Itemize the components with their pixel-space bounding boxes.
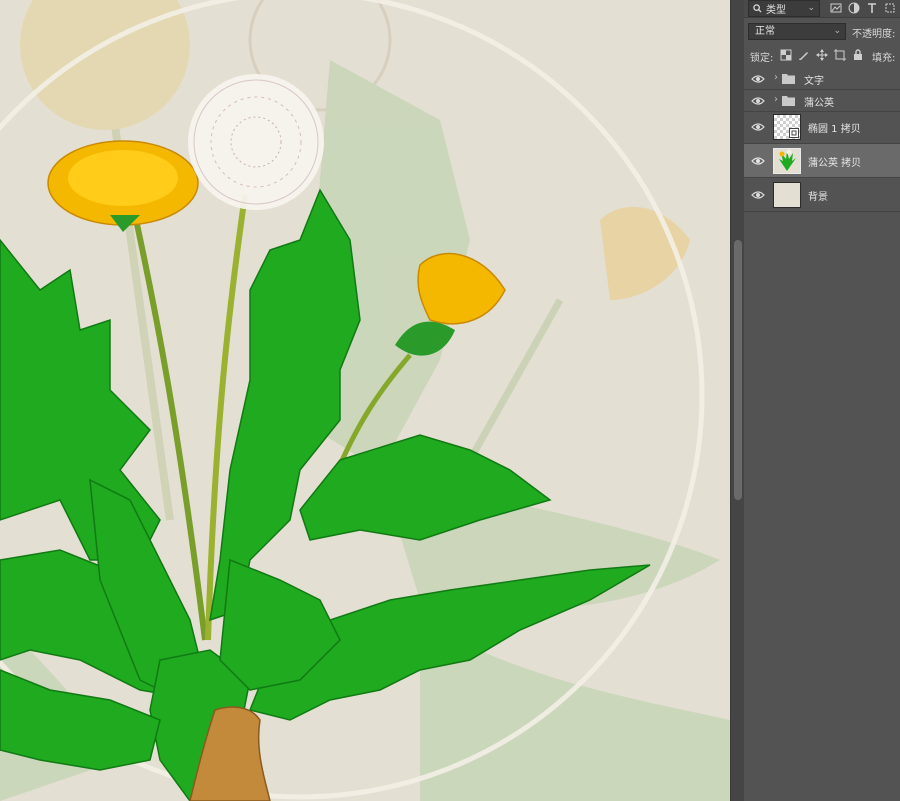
dandelion-thumbnail-icon [779,149,796,171]
eye-icon[interactable] [751,190,765,200]
layer-thumbnail [773,148,801,174]
lock-position-icon[interactable] [816,49,828,61]
image-filter-icon[interactable] [830,2,842,14]
lock-label: 锁定: [750,53,774,64]
layer-thumbnail [773,182,801,208]
layer-background[interactable]: 背景 [744,178,900,212]
lock-row: 锁定: 填充: [744,44,900,66]
canvas-scrollbar[interactable] [730,0,744,801]
adjustment-filter-icon[interactable] [848,2,860,14]
type-filter-icon[interactable] [866,2,878,14]
lock-transparency-icon[interactable] [780,49,792,61]
eye-icon[interactable] [751,96,765,106]
layer-name: 椭圆 1 拷贝 [808,124,861,135]
eye-icon[interactable] [751,156,765,166]
layer-kind-label: 类型 [766,5,786,16]
layer-group-text[interactable]: › 文字 [744,68,900,90]
fill-label: 填充: [872,53,896,64]
layer-ellipse-copy[interactable]: 椭圆 1 拷贝 [744,110,900,144]
opacity-label: 不透明度: [852,29,896,40]
layers-panel: 类型 ⌄ 正常 ⌄ 不透明度: 锁定: 填充: › 文字 › 蒲公英 椭圆 1 … [744,0,900,801]
eye-icon[interactable] [751,74,765,84]
layer-kind-filter[interactable]: 类型 ⌄ [748,0,820,17]
chevron-down-icon: ⌄ [833,26,841,36]
chevron-right-icon[interactable]: › [774,72,778,83]
layer-name: 文字 [804,76,824,87]
smart-object-icon [789,128,799,138]
lock-artboard-icon[interactable] [834,49,846,61]
blend-mode-value: 正常 [755,26,775,37]
layer-dandelion-copy[interactable]: 蒲公英 拷贝 [744,144,900,178]
eye-icon[interactable] [751,122,765,132]
layer-name: 蒲公英 [804,98,834,109]
blend-mode-select[interactable]: 正常 ⌄ [748,23,846,40]
seed-puff-head [188,74,324,210]
layer-name: 背景 [808,192,828,203]
chevron-right-icon[interactable]: › [774,94,778,105]
search-icon [753,4,762,13]
document-canvas[interactable] [0,0,730,801]
layer-filter-bar: 类型 ⌄ [744,0,900,18]
lock-all-icon[interactable] [852,49,864,61]
folder-icon [782,96,795,106]
layer-name: 蒲公英 拷贝 [808,158,862,169]
lock-image-icon[interactable] [798,49,810,61]
layer-group-dandelion[interactable]: › 蒲公英 [744,90,900,112]
yellow-flower-head [47,140,199,232]
layer-thumbnail [773,114,801,140]
folder-icon [782,74,795,84]
blend-mode-row: 正常 ⌄ 不透明度: [744,20,900,42]
dandelion-illustration [0,0,730,801]
chevron-down-icon: ⌄ [807,3,815,13]
scrollbar-thumb[interactable] [734,240,742,500]
shape-filter-icon[interactable] [884,2,896,14]
